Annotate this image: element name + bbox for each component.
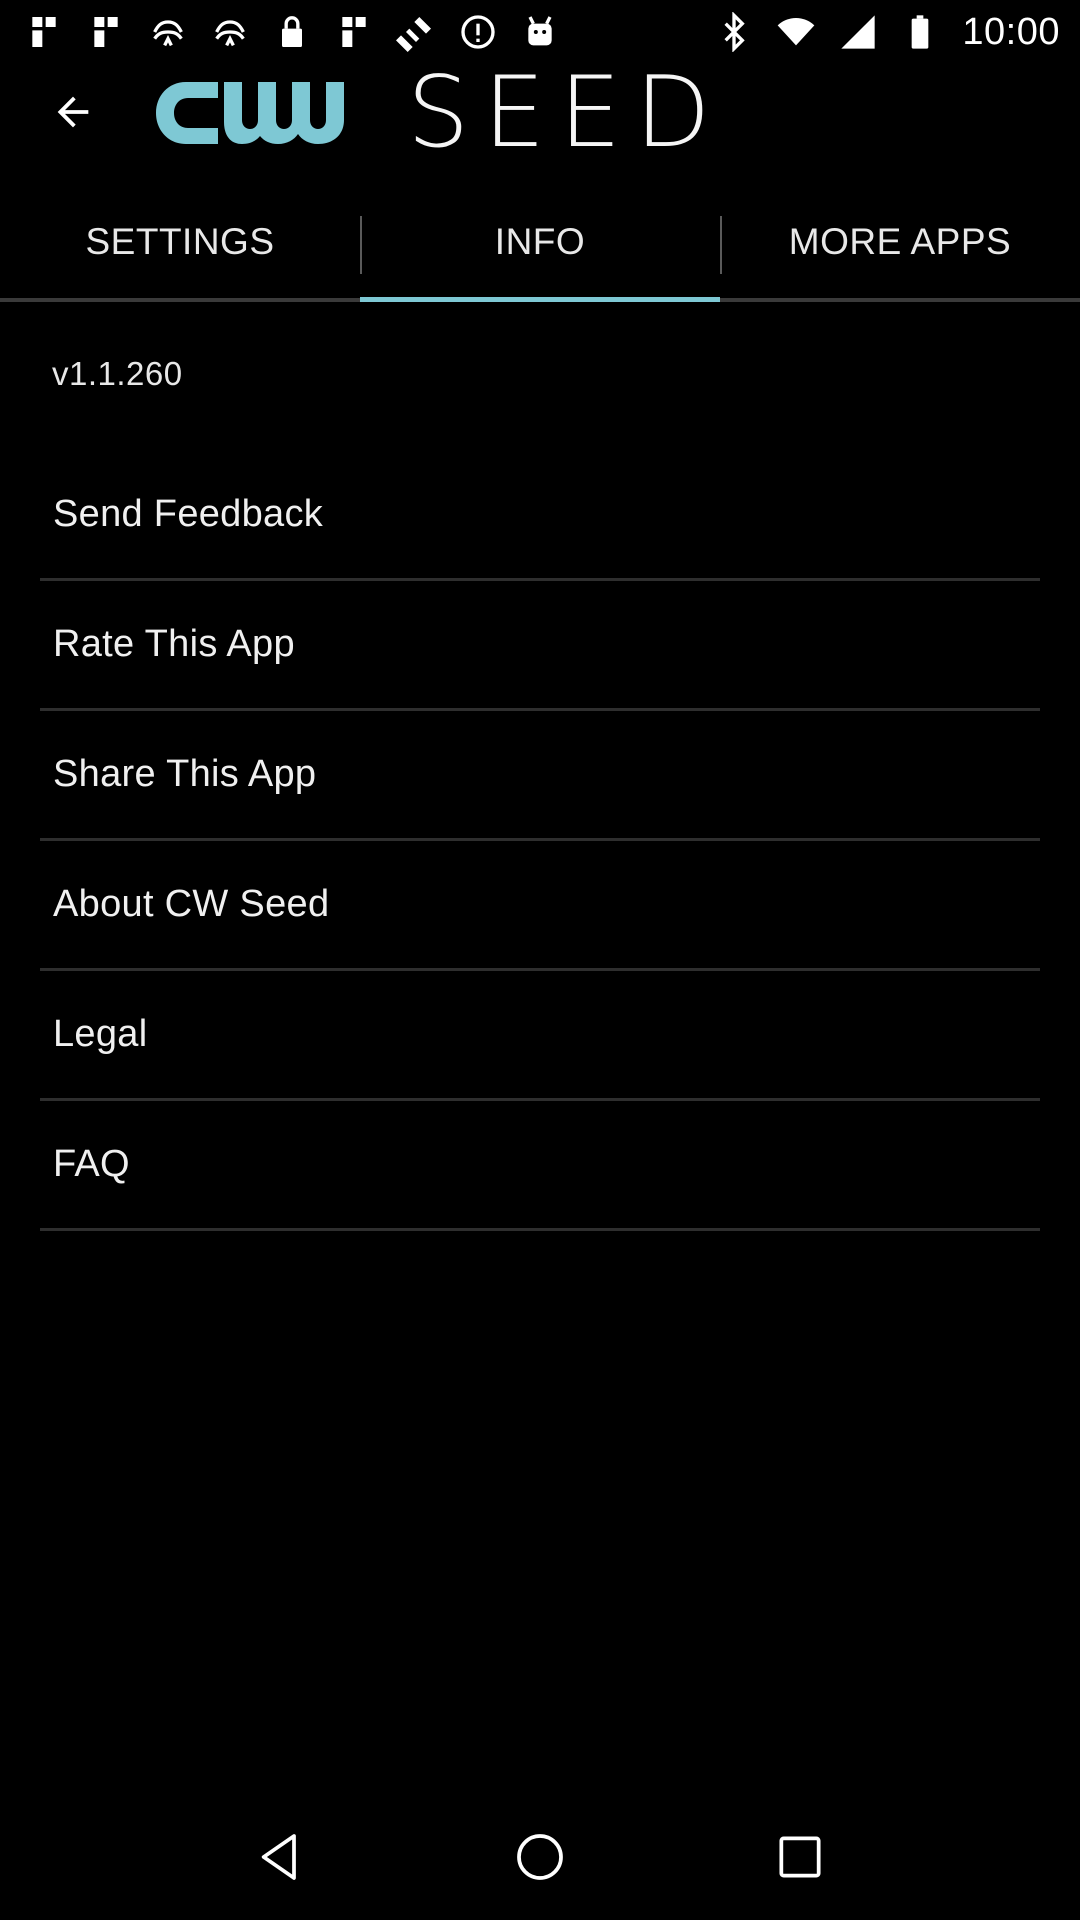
status-icons-left — [24, 12, 560, 52]
menu-item-label: Share This App — [53, 753, 317, 795]
tab-label: SETTINGS — [85, 221, 275, 262]
nav-home-button[interactable] — [500, 1817, 580, 1897]
status-time: 10:00 — [962, 10, 1060, 53]
cw-logo-mark — [150, 74, 385, 152]
tab-bar: SETTINGS INFO MORE APPS — [0, 210, 1080, 302]
nav-recents-button[interactable] — [760, 1817, 840, 1897]
back-button[interactable] — [45, 84, 101, 140]
menu-item-label: About CW Seed — [53, 883, 330, 925]
app-bar: SEED — [0, 64, 1080, 214]
menu-item-legal[interactable]: Legal — [40, 971, 1040, 1101]
tab-info[interactable]: INFO — [360, 210, 720, 302]
notification-b-icon — [86, 12, 126, 52]
notification-a-icon — [24, 12, 64, 52]
satellite-icon — [396, 12, 436, 52]
cw-seed-logo: SEED — [150, 56, 725, 170]
tab-label: MORE APPS — [788, 221, 1012, 262]
status-bar: 10:00 — [0, 0, 1080, 64]
nav-back-button[interactable] — [240, 1817, 320, 1897]
menu-item-send-feedback[interactable]: Send Feedback — [40, 450, 1040, 581]
nav-home-icon — [517, 1834, 563, 1880]
notification-e-icon — [334, 12, 374, 52]
status-icons-right: 10:00 — [714, 11, 1060, 54]
menu-item-label: FAQ — [53, 1143, 130, 1185]
tab-label: INFO — [494, 221, 586, 262]
tab-more-apps[interactable]: MORE APPS — [720, 210, 1080, 298]
cell-signal-icon — [838, 12, 878, 52]
lock-icon — [272, 12, 312, 52]
android-icon — [520, 12, 560, 52]
info-menu-list: Send Feedback Rate This App Share This A… — [40, 450, 1040, 1231]
notification-d-icon — [210, 12, 250, 52]
menu-item-faq[interactable]: FAQ — [40, 1101, 1040, 1231]
battery-icon — [900, 12, 940, 52]
menu-item-share-app[interactable]: Share This App — [40, 711, 1040, 841]
nav-recents-icon — [779, 1836, 821, 1878]
bluetooth-icon — [714, 12, 754, 52]
menu-item-label: Rate This App — [53, 623, 295, 665]
logo-seed-text: SEED — [407, 56, 725, 170]
menu-item-rate-app[interactable]: Rate This App — [40, 581, 1040, 711]
menu-item-label: Send Feedback — [53, 492, 324, 535]
nav-back-icon — [261, 1834, 296, 1880]
tab-settings[interactable]: SETTINGS — [0, 210, 360, 298]
menu-item-label: Legal — [53, 1013, 148, 1055]
notification-c-icon — [148, 12, 188, 52]
back-arrow-icon — [57, 96, 89, 128]
app-version: v1.1.260 — [52, 355, 183, 392]
menu-item-about[interactable]: About CW Seed — [40, 841, 1040, 971]
circle-info-icon — [458, 12, 498, 52]
system-nav-bar — [0, 1794, 1080, 1920]
wifi-signal-icon — [776, 12, 816, 52]
